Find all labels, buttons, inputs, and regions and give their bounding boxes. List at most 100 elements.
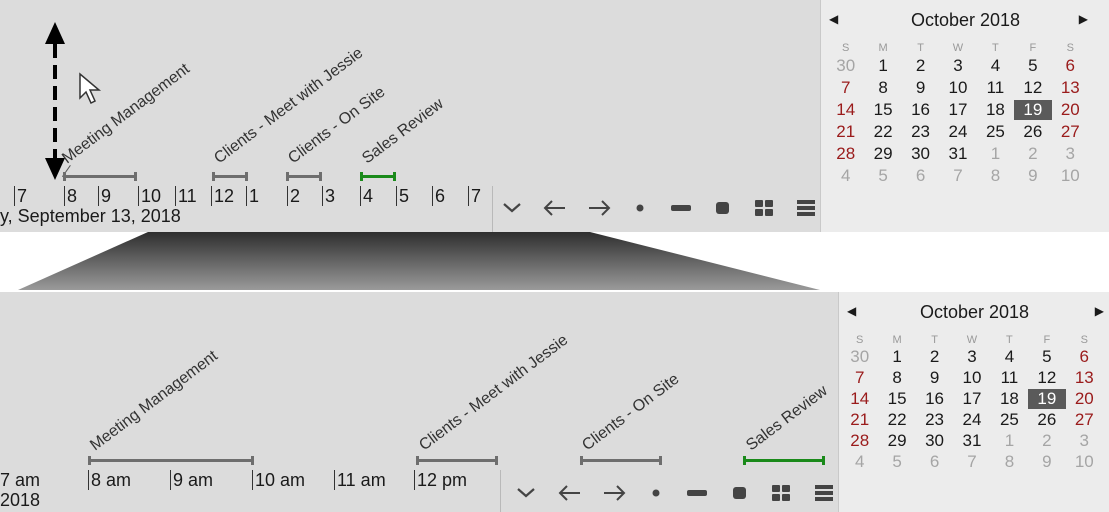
calendar-day[interactable]: 21 [841, 410, 878, 430]
calendar-day[interactable]: 16 [902, 100, 939, 120]
calendar-day[interactable]: 4 [827, 166, 864, 186]
calendar-day[interactable]: 18 [991, 389, 1028, 409]
next-month-icon[interactable]: ▶ [1095, 304, 1104, 318]
calendar-day[interactable]: 6 [1052, 56, 1089, 76]
calendar-day[interactable]: 9 [1014, 166, 1051, 186]
calendar-day[interactable]: 2 [1028, 431, 1065, 451]
calendar-day[interactable]: 25 [977, 122, 1014, 142]
dash-icon[interactable] [668, 196, 694, 220]
square-icon[interactable] [729, 481, 751, 505]
calendar-day[interactable]: 10 [1066, 452, 1103, 472]
calendar-day[interactable]: 1 [977, 144, 1014, 164]
calendar-day[interactable]: 28 [841, 431, 878, 451]
calendar-day[interactable]: 9 [1028, 452, 1065, 472]
calendar-day[interactable]: 5 [1014, 56, 1051, 76]
calendar-day[interactable]: 31 [939, 144, 976, 164]
calendar-day[interactable]: 6 [916, 452, 953, 472]
calendar-day[interactable]: 19 [1028, 389, 1066, 409]
calendar-day[interactable]: 14 [841, 389, 878, 409]
square-icon[interactable] [712, 196, 734, 220]
calendar-day[interactable]: 21 [827, 122, 864, 142]
calendar-day[interactable]: 18 [977, 100, 1014, 120]
calendar-day[interactable]: 27 [1066, 410, 1103, 430]
calendar-day[interactable]: 17 [939, 100, 976, 120]
dash-icon[interactable] [684, 481, 710, 505]
arrow-left-icon[interactable] [557, 481, 583, 505]
calendar-day[interactable]: 7 [827, 78, 864, 98]
calendar-day[interactable]: 22 [878, 410, 915, 430]
calendar-day[interactable]: 10 [953, 368, 990, 388]
calendar-day[interactable]: 28 [827, 144, 864, 164]
calendar-day[interactable]: 1 [991, 431, 1028, 451]
calendar-day[interactable]: 3 [1052, 144, 1089, 164]
calendar-day[interactable]: 12 [1028, 368, 1065, 388]
calendar-day[interactable]: 27 [1052, 122, 1089, 142]
calendar-day[interactable]: 8 [991, 452, 1028, 472]
calendar-day[interactable]: 6 [1066, 347, 1103, 367]
calendar-day[interactable]: 5 [864, 166, 901, 186]
calendar-day[interactable]: 6 [902, 166, 939, 186]
next-month-icon[interactable]: ▶ [1079, 12, 1088, 26]
calendar-day[interactable]: 31 [953, 431, 990, 451]
calendar-day[interactable]: 23 [916, 410, 953, 430]
calendar-day[interactable]: 17 [953, 389, 990, 409]
calendar-day[interactable]: 26 [1014, 122, 1051, 142]
calendar-day[interactable]: 4 [841, 452, 878, 472]
list-icon[interactable] [794, 196, 818, 220]
calendar-day[interactable]: 20 [1052, 100, 1089, 120]
calendar-day[interactable]: 1 [864, 56, 901, 76]
calendar-day[interactable]: 30 [827, 56, 864, 76]
calendar-day[interactable]: 26 [1028, 410, 1065, 430]
calendar-day[interactable]: 15 [878, 389, 915, 409]
chevron-down-icon[interactable] [514, 481, 538, 505]
calendar-day[interactable]: 10 [1052, 166, 1089, 186]
calendar-day[interactable]: 30 [902, 144, 939, 164]
calendar-day[interactable]: 4 [991, 347, 1028, 367]
calendar-day[interactable]: 19 [1014, 100, 1052, 120]
calendar-day[interactable]: 11 [991, 368, 1028, 388]
calendar-day[interactable]: 12 [1014, 78, 1051, 98]
calendar-day[interactable]: 2 [916, 347, 953, 367]
calendar-day[interactable]: 22 [864, 122, 901, 142]
dot-icon[interactable] [630, 196, 650, 220]
calendar-day[interactable]: 10 [939, 78, 976, 98]
calendar-day[interactable]: 29 [878, 431, 915, 451]
calendar-day[interactable]: 5 [1028, 347, 1065, 367]
calendar-day[interactable]: 3 [939, 56, 976, 76]
calendar-day[interactable]: 4 [977, 56, 1014, 76]
calendar-day[interactable]: 11 [977, 78, 1014, 98]
calendar-day[interactable]: 1 [878, 347, 915, 367]
grid-icon[interactable] [769, 481, 793, 505]
calendar-day[interactable]: 8 [977, 166, 1014, 186]
calendar-day[interactable]: 5 [878, 452, 915, 472]
arrow-right-icon[interactable] [586, 196, 612, 220]
list-icon[interactable] [812, 481, 836, 505]
dot-icon[interactable] [646, 481, 666, 505]
arrow-left-icon[interactable] [542, 196, 568, 220]
calendar-day[interactable]: 24 [953, 410, 990, 430]
calendar-day[interactable]: 9 [902, 78, 939, 98]
calendar-day[interactable]: 23 [902, 122, 939, 142]
calendar-day[interactable]: 14 [827, 100, 864, 120]
calendar-day[interactable]: 13 [1066, 368, 1103, 388]
calendar-day[interactable]: 20 [1066, 389, 1103, 409]
calendar-day[interactable]: 15 [864, 100, 901, 120]
arrow-right-icon[interactable] [601, 481, 627, 505]
calendar-day[interactable]: 13 [1052, 78, 1089, 98]
calendar-day[interactable]: 7 [939, 166, 976, 186]
calendar-day[interactable]: 8 [864, 78, 901, 98]
grid-icon[interactable] [752, 196, 776, 220]
calendar-day[interactable]: 25 [991, 410, 1028, 430]
calendar-day[interactable]: 16 [916, 389, 953, 409]
calendar-day[interactable]: 7 [953, 452, 990, 472]
calendar-day[interactable]: 7 [841, 368, 878, 388]
chevron-down-icon[interactable] [500, 196, 524, 220]
calendar-day[interactable]: 29 [864, 144, 901, 164]
calendar-day[interactable]: 30 [916, 431, 953, 451]
calendar-day[interactable]: 2 [902, 56, 939, 76]
calendar-day[interactable]: 30 [841, 347, 878, 367]
calendar-day[interactable]: 8 [878, 368, 915, 388]
calendar-day[interactable]: 3 [1066, 431, 1103, 451]
calendar-day[interactable]: 24 [939, 122, 976, 142]
calendar-day[interactable]: 2 [1014, 144, 1051, 164]
